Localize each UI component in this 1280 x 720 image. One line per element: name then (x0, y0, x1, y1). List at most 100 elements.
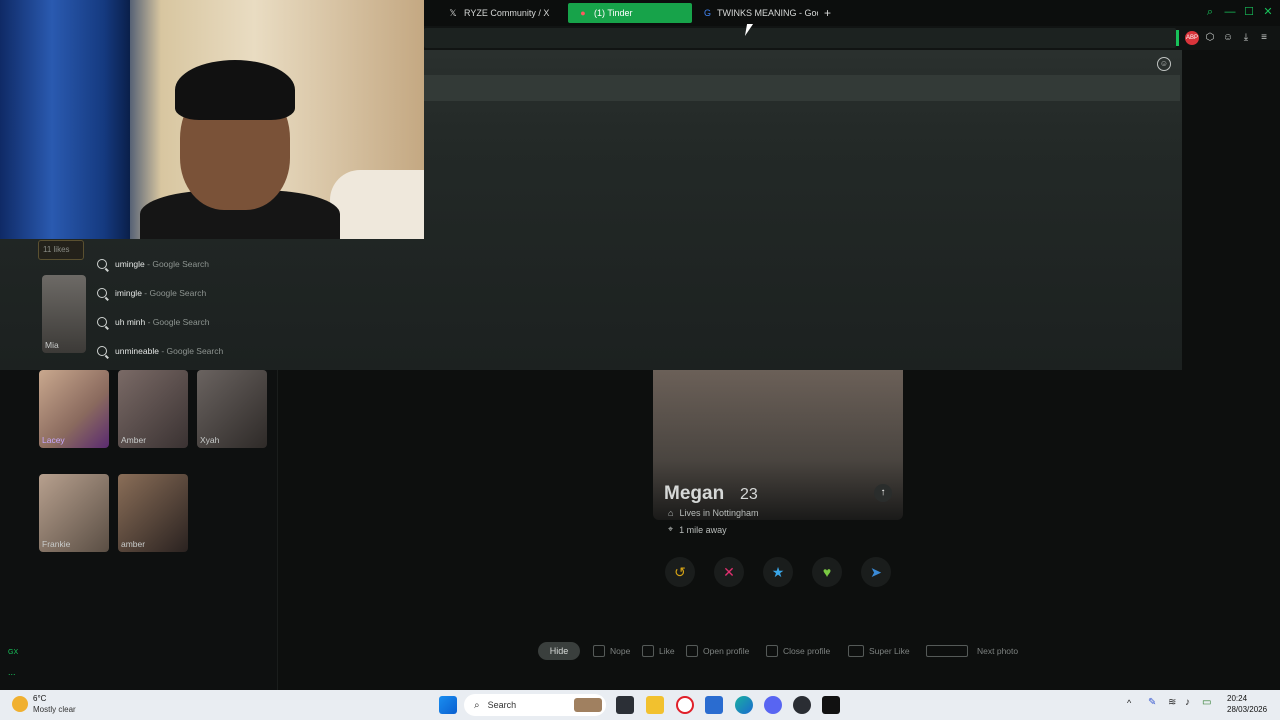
likes-count: 11 likes (43, 245, 70, 254)
windows-start-icon[interactable] (439, 696, 457, 714)
search-icon: ⌕ (474, 699, 480, 711)
search-icon (97, 346, 107, 356)
profile-lives: ⌂ Lives in Nottingham (668, 508, 758, 518)
suggestion-query: unmineable (115, 346, 159, 356)
match-name: Mia (45, 340, 59, 350)
minimize-icon[interactable]: — (1221, 4, 1239, 20)
suggestion-source: - Google Search (141, 288, 207, 298)
google-icon: G (704, 8, 712, 18)
sidebar-more-icon[interactable]: ... (8, 667, 16, 677)
close-icon[interactable]: ✕ (1259, 4, 1277, 20)
profile-icon[interactable]: ☺ (1221, 31, 1235, 45)
cross-icon: ✕ (723, 564, 735, 580)
up-arrow-key-icon (686, 645, 698, 657)
tab-tinder[interactable]: ● (1) Tinder (568, 3, 692, 23)
maximize-icon[interactable]: ☐ (1240, 4, 1258, 20)
enter-key-icon (848, 645, 864, 657)
focus-indicator (1176, 30, 1179, 46)
wifi-icon[interactable]: ≋ (1168, 697, 1176, 708)
space-key-icon (926, 645, 968, 657)
boost-button[interactable]: ➤ (861, 557, 891, 587)
suggestion-query: uh minh (115, 317, 146, 327)
weather-temp[interactable]: 6°C (33, 694, 46, 703)
opera-gx-icon[interactable] (822, 696, 840, 714)
hide-hints-button[interactable]: Hide (538, 642, 580, 660)
hint-next-photo: Next photo (926, 645, 1018, 657)
open-profile-icon[interactable]: ↑ (874, 484, 892, 502)
down-arrow-key-icon (766, 645, 778, 657)
battery-icon[interactable]: ▭ (1202, 697, 1211, 708)
match-thumb-frankie[interactable]: Frankie (39, 474, 109, 552)
match-thumb-lacey[interactable]: Lacey (39, 370, 109, 448)
task-view-icon[interactable] (616, 696, 634, 714)
hint-open-profile: Open profile (686, 645, 749, 657)
match-thumb-xyah[interactable]: Xyah (197, 370, 267, 448)
profile-lives-text: Lives in Nottingham (679, 508, 759, 518)
rewind-icon: ↺ (674, 564, 686, 580)
address-bar[interactable] (424, 28, 1176, 48)
match-name: Amber (121, 435, 147, 445)
tab-label: RYZE Community / X (464, 8, 550, 18)
left-arrow-key-icon (593, 645, 605, 657)
omnibox-input[interactable] (424, 75, 1180, 101)
volume-icon[interactable]: ♪ (1185, 697, 1190, 708)
download-icon[interactable]: ⤓ (1239, 31, 1253, 45)
search-tabs-icon[interactable]: ⌕ (1201, 4, 1219, 20)
clock-time[interactable]: 20:24 (1227, 694, 1247, 703)
search-icon (97, 259, 107, 269)
gx-corner-label[interactable]: GX (8, 649, 18, 656)
extensions-icon[interactable]: ⬡ (1203, 31, 1217, 45)
edge-icon[interactable] (735, 696, 753, 714)
tab-ryze[interactable]: 𝕏 RYZE Community / X (438, 3, 566, 23)
match-name: Frankie (42, 539, 71, 549)
file-explorer-icon[interactable] (646, 696, 664, 714)
store-icon[interactable] (705, 696, 723, 714)
like-button[interactable]: ♥ (812, 557, 842, 587)
suggestion-item[interactable]: unmineable - Google Search (97, 341, 223, 361)
webcam-overlay (0, 0, 424, 239)
taskbar-search-label: Search (487, 700, 517, 710)
rewind-button[interactable]: ↺ (665, 557, 695, 587)
opera-icon[interactable] (676, 696, 694, 714)
new-tab-button[interactable]: + (818, 3, 840, 23)
home-icon: ⌂ (668, 508, 674, 518)
tab-label: (1) Tinder (594, 8, 633, 18)
search-icon (97, 288, 107, 298)
star-icon: ★ (771, 564, 785, 580)
match-name: Lacey (42, 435, 65, 445)
profile-distance-text: 1 mile away (679, 524, 727, 535)
emoji-icon[interactable]: ☺ (1157, 57, 1171, 71)
location-pin-icon: ⌖ (668, 524, 674, 534)
discord-icon[interactable] (764, 696, 782, 714)
heart-icon: ♥ (822, 564, 832, 580)
clock-date[interactable]: 28/03/2026 (1227, 705, 1267, 714)
chevron-up-icon[interactable]: ^ (1127, 698, 1131, 708)
suggestion-query: imingle (115, 288, 142, 298)
suggestion-item[interactable]: umingle - Google Search (97, 254, 209, 274)
suggestion-query: umingle (115, 259, 145, 269)
weather-icon[interactable] (12, 696, 28, 712)
pen-icon[interactable]: ✎ (1148, 697, 1156, 708)
super-like-button[interactable]: ★ (763, 557, 793, 587)
taskbar-search[interactable]: ⌕ Search (464, 694, 606, 716)
match-thumb-amber[interactable]: Amber (118, 370, 188, 448)
match-thumb-amber-2[interactable]: amber (118, 474, 188, 552)
adblock-icon[interactable]: ABP (1185, 31, 1199, 45)
app-icon[interactable] (793, 696, 811, 714)
likes-badge[interactable]: 11 likes (38, 240, 84, 260)
profile-age: 23 (740, 486, 758, 503)
suggestion-source: - Google Search (145, 317, 210, 327)
matches-panel: Lacey Amber Xyah Frankie amber (0, 370, 278, 690)
tab-twinks-meaning[interactable]: G TWINKS MEANING - Goog (694, 3, 818, 23)
windows-taskbar (0, 690, 1280, 720)
search-icon (97, 317, 107, 327)
tab-label: TWINKS MEANING - Goog (717, 8, 818, 18)
search-highlight-image (574, 698, 602, 712)
nope-button[interactable]: ✕ (714, 557, 744, 587)
suggestion-item[interactable]: imingle - Google Search (97, 283, 206, 303)
menu-icon[interactable]: ≡ (1257, 31, 1271, 45)
weather-desc[interactable]: Mostly clear (33, 705, 76, 714)
match-thumb-mia[interactable]: Mia (42, 275, 86, 353)
x-icon: 𝕏 (449, 8, 457, 18)
suggestion-item[interactable]: uh minh - Google Search (97, 312, 210, 332)
